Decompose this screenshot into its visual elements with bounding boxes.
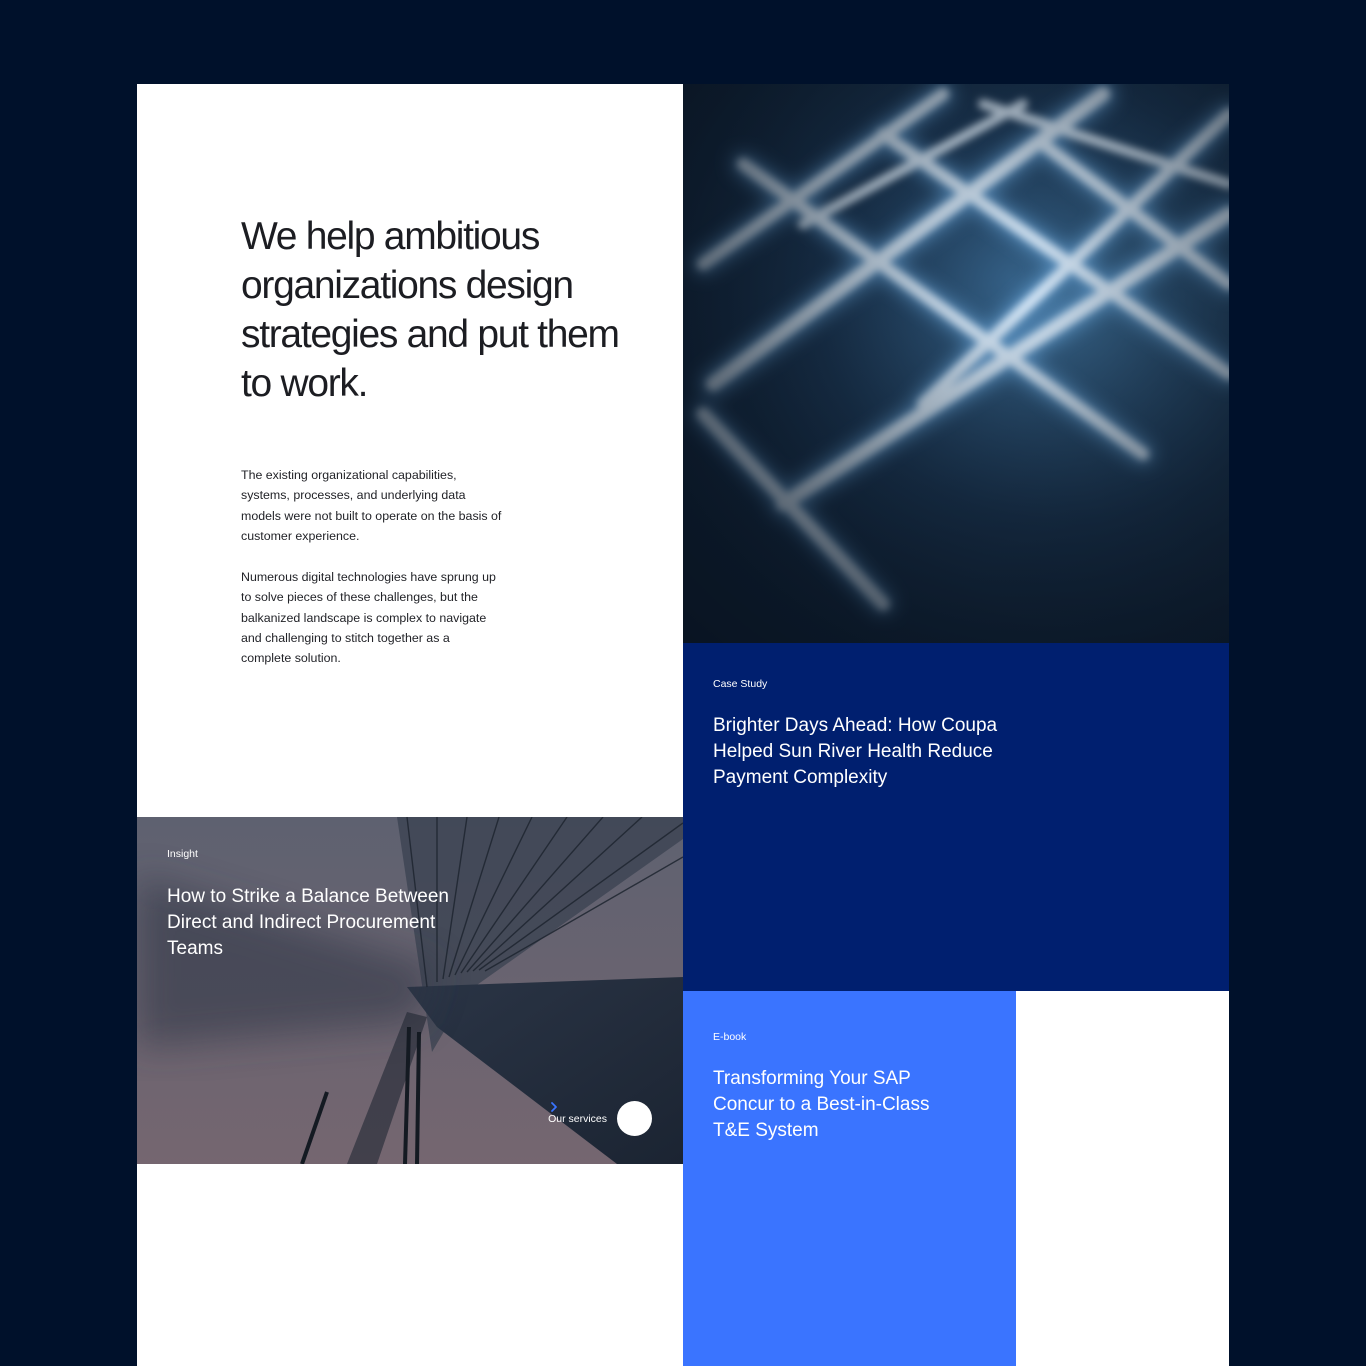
case-study-title[interactable]: Brighter Days Ahead: How Coupa Helped Su…: [713, 713, 1013, 791]
ebook-title[interactable]: Transforming Your SAP Concur to a Best-i…: [713, 1066, 963, 1144]
hero-image: [683, 84, 1229, 643]
insight-tag: Insight: [167, 848, 198, 860]
insight-card[interactable]: Insight How to Strike a Balance Between …: [137, 817, 683, 1164]
intro-section: We help ambitious organizations design s…: [137, 84, 683, 817]
intro-paragraph-2: Numerous digital technologies have sprun…: [241, 570, 496, 666]
content-grid: We help ambitious organizations design s…: [137, 84, 1229, 1366]
intro-paragraph-1: The existing organizational capabilities…: [241, 468, 502, 543]
ebook-tag: E-book: [713, 1031, 747, 1043]
insight-title[interactable]: How to Strike a Balance Between Direct a…: [167, 884, 477, 962]
case-study-card[interactable]: Case Study Brighter Days Ahead: How Coup…: [683, 643, 1229, 991]
case-study-tag: Case Study: [713, 678, 768, 690]
empty-panel-right: [1016, 991, 1229, 1366]
intro-headline: We help ambitious organizations design s…: [241, 215, 620, 405]
our-services-link[interactable]: Our services: [548, 1101, 652, 1136]
our-services-label[interactable]: Our services: [548, 1113, 607, 1125]
light-lattice-illustration: [683, 84, 1229, 643]
our-services-button[interactable]: [551, 1101, 652, 1136]
empty-panel-left: [137, 1164, 683, 1366]
ebook-card[interactable]: E-book Transforming Your SAP Concur to a…: [683, 991, 1016, 1366]
chevron-right-icon: [551, 1102, 557, 1112]
